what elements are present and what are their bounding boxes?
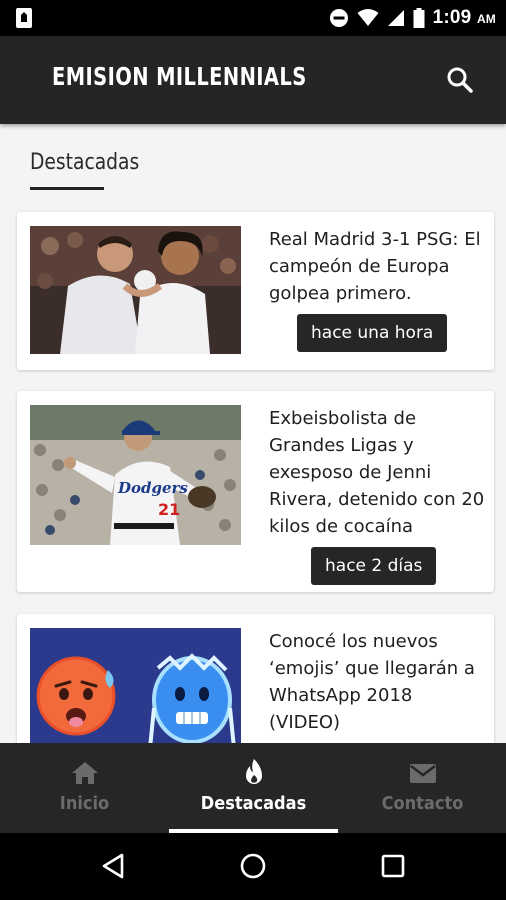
nav-label: Inicio bbox=[59, 793, 110, 814]
time-badge: hace una hora bbox=[297, 314, 448, 352]
mail-icon bbox=[409, 764, 436, 783]
article-title[interactable]: Conocé los nuevos ‘emojis’ que llegarán … bbox=[269, 628, 487, 736]
battery-icon bbox=[413, 8, 425, 28]
article-title[interactable]: Real Madrid 3-1 PSG: El campeón de Europ… bbox=[269, 226, 487, 307]
nav-label: Contacto bbox=[381, 793, 464, 814]
signal-icon bbox=[387, 10, 404, 26]
back-icon[interactable] bbox=[99, 851, 129, 881]
app-bar: EMISION MILLENNIALS bbox=[0, 36, 506, 124]
home-icon bbox=[71, 762, 98, 784]
bottom-nav: Inicio Destacadas Contacto bbox=[0, 743, 506, 833]
sim-icon bbox=[16, 8, 32, 28]
svg-text:Dodgers: Dodgers bbox=[117, 479, 188, 497]
nav-item-contacto[interactable]: Contacto bbox=[338, 743, 506, 833]
time-badge: hace 2 días bbox=[311, 547, 437, 585]
article-card[interactable]: Dodgers 21 Exbeisbolista de Grandes Liga… bbox=[17, 391, 494, 592]
article-title[interactable]: Exbeisbolista de Grandes Ligas y exespos… bbox=[269, 405, 487, 540]
article-card[interactable]: Real Madrid 3-1 PSG: El campeón de Europ… bbox=[17, 212, 494, 370]
status-bar: 1:09 AM bbox=[0, 0, 506, 36]
do-not-disturb-icon bbox=[329, 9, 348, 27]
search-icon[interactable] bbox=[444, 64, 476, 96]
system-nav-bar bbox=[0, 833, 506, 900]
clock: 1:09 AM bbox=[432, 7, 496, 28]
app-title: EMISION MILLENNIALS bbox=[52, 62, 307, 91]
baseball-pitcher-photo: Dodgers 21 bbox=[30, 405, 241, 545]
nav-item-inicio[interactable]: Inicio bbox=[0, 743, 169, 833]
football-players-photo bbox=[30, 226, 241, 354]
nav-item-destacadas[interactable]: Destacadas bbox=[169, 743, 338, 833]
home-circle-icon[interactable] bbox=[238, 851, 268, 881]
nav-label: Destacadas bbox=[200, 793, 307, 814]
svg-text:21: 21 bbox=[158, 500, 180, 519]
recents-icon[interactable] bbox=[378, 851, 408, 881]
section-title: Destacadas bbox=[30, 150, 140, 175]
section-underline bbox=[30, 187, 104, 190]
fire-icon bbox=[245, 759, 262, 784]
wifi-icon bbox=[357, 9, 379, 26]
